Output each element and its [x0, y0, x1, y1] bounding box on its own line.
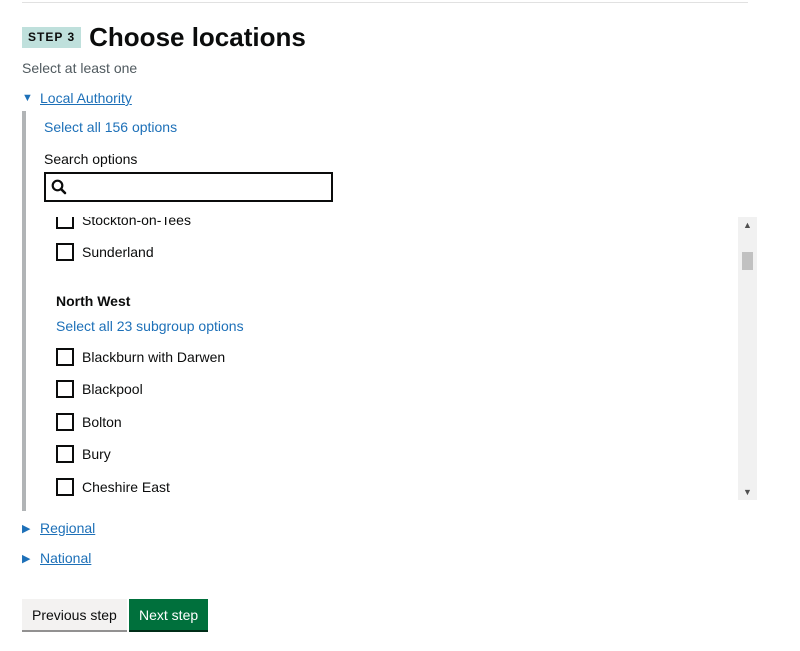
- triangle-down-icon: ▼: [22, 92, 33, 104]
- local-authority-toggle[interactable]: ▼ Local Authority: [22, 90, 132, 106]
- step-badge: STEP 3: [22, 26, 82, 48]
- triangle-right-icon: ▶: [22, 522, 31, 535]
- checkbox[interactable]: [56, 413, 74, 431]
- select-all-options-link[interactable]: Select all 156 options: [44, 119, 177, 135]
- option-label: Bury: [82, 446, 111, 462]
- scroll-thumb[interactable]: [742, 252, 753, 270]
- scroll-down-icon[interactable]: ▼: [738, 484, 757, 500]
- local-authority-panel: Select all 156 options Search options St…: [22, 111, 758, 511]
- scroll-up-icon[interactable]: ▲: [738, 217, 757, 233]
- subgroup-heading: North West: [56, 293, 131, 309]
- checkbox[interactable]: [56, 380, 74, 398]
- next-step-button[interactable]: Next step: [129, 599, 209, 630]
- regional-link[interactable]: Regional: [40, 520, 95, 536]
- checkbox-option[interactable]: Bolton: [56, 413, 122, 431]
- national-toggle[interactable]: ▶ National: [22, 550, 91, 566]
- top-divider: [22, 2, 748, 3]
- options-list[interactable]: Stockton-on-Tees Sunderland North West S…: [30, 217, 760, 499]
- hint-text: Select at least one: [22, 60, 138, 76]
- options-scrollbar[interactable]: ▲ ▼: [738, 217, 757, 500]
- search-icon: [51, 179, 67, 195]
- checkbox-option[interactable]: Blackpool: [56, 380, 143, 398]
- checkbox-option[interactable]: Stockton-on-Tees: [56, 217, 191, 229]
- checkbox[interactable]: [56, 217, 74, 229]
- option-label: Cheshire East: [82, 479, 170, 495]
- page-title: Choose locations: [89, 22, 306, 52]
- checkbox-option[interactable]: Bury: [56, 445, 111, 463]
- local-authority-link[interactable]: Local Authority: [40, 90, 132, 106]
- option-label: Stockton-on-Tees: [82, 217, 191, 228]
- checkbox-option[interactable]: Cheshire East: [56, 478, 170, 496]
- checkbox[interactable]: [56, 243, 74, 261]
- checkbox-option[interactable]: Blackburn with Darwen: [56, 348, 225, 366]
- step-header: STEP 3 Choose locations: [22, 20, 306, 54]
- option-label: Bolton: [82, 414, 122, 430]
- triangle-right-icon: ▶: [22, 552, 31, 565]
- checkbox-option[interactable]: Sunderland: [56, 243, 154, 261]
- checkbox[interactable]: [56, 348, 74, 366]
- checkbox[interactable]: [56, 445, 74, 463]
- national-link[interactable]: National: [40, 550, 91, 566]
- previous-step-button[interactable]: Previous step: [22, 599, 127, 630]
- regional-toggle[interactable]: ▶ Regional: [22, 520, 95, 536]
- option-label: Sunderland: [82, 244, 154, 260]
- select-all-subgroup-link[interactable]: Select all 23 subgroup options: [56, 318, 244, 334]
- option-label: Blackburn with Darwen: [82, 349, 226, 365]
- search-label: Search options: [44, 151, 138, 167]
- search-input[interactable]: [44, 172, 333, 202]
- option-label: Blackpool: [82, 381, 143, 397]
- checkbox[interactable]: [56, 478, 74, 496]
